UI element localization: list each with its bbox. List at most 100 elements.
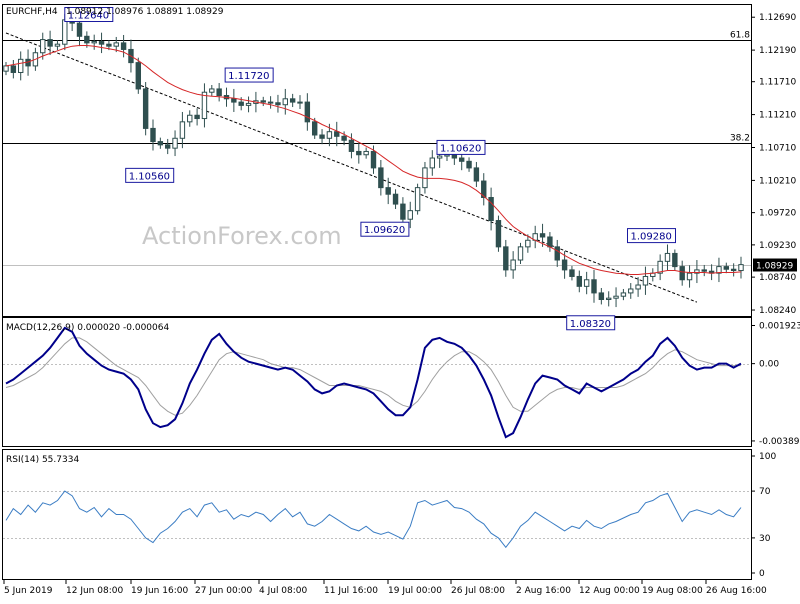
time-axis-label: 27 Jun 00:00: [195, 586, 252, 596]
candle-body: [334, 131, 340, 137]
candle-body: [547, 236, 553, 248]
time-axis-label: 12 Jun 08:00: [66, 586, 123, 596]
trendline: [5, 32, 698, 303]
chart-canvas: 61.838.21.126401.117201.105601.106201.09…: [2, 4, 800, 596]
candle-body: [311, 121, 318, 136]
price-callout: 1.08320: [566, 315, 616, 331]
candle-body: [3, 65, 9, 72]
candle-body: [414, 187, 421, 212]
symbol-label: EURCHF,H4: [6, 7, 58, 17]
candle-body: [370, 150, 377, 169]
candle-body: [525, 239, 531, 248]
candle-body: [319, 134, 325, 139]
macd-axis-label: 0.001923: [759, 321, 800, 331]
macd-panel-frame: [2, 317, 752, 447]
candle-body: [40, 39, 46, 54]
candle-body: [686, 272, 693, 281]
candle-body: [10, 65, 17, 73]
candle-body: [451, 154, 458, 159]
price-callout-label: 1.10620: [440, 143, 481, 154]
time-axis-label: 19 Aug 08:00: [642, 586, 703, 596]
candle-body: [157, 141, 164, 146]
candle-body: [289, 98, 296, 103]
candle-body: [150, 127, 156, 143]
candle-body: [510, 259, 516, 271]
time-axis-label: 26 Jul 08:00: [451, 586, 505, 596]
price-callout-label: 1.09620: [364, 225, 405, 236]
candle-body: [260, 100, 266, 103]
rsi-axis-label: 30: [759, 534, 771, 544]
candle-body: [723, 266, 730, 270]
time-axis-label: 11 Jul 16:00: [324, 586, 378, 596]
candle-body: [282, 98, 289, 106]
candle-body: [216, 88, 222, 97]
candle-body: [605, 297, 612, 300]
macd-signal-line: [5, 337, 741, 416]
candle-body: [503, 246, 509, 271]
candle-body: [267, 101, 274, 104]
candle-body: [209, 88, 215, 93]
axis-layer: 1.12690 1.12190 1.11710 1.11210 1.10710 1.102…: [3, 13, 800, 596]
candle-body: [378, 167, 384, 189]
candle-body: [238, 101, 244, 106]
current-price-tag: 1.08929: [753, 258, 797, 272]
candle-body: [113, 42, 119, 47]
time-axis-label: 26 Aug 16:00: [706, 586, 767, 596]
price-layer: 61.838.21.126401.117201.105601.106201.09…: [3, 7, 751, 331]
candle-body: [385, 187, 391, 195]
candle-body: [106, 43, 112, 47]
candle-body: [231, 98, 237, 103]
price-callout-label: 1.10560: [129, 171, 170, 182]
candle-body: [429, 157, 436, 169]
candle-body: [620, 292, 627, 297]
price-callout-label: 1.08320: [570, 319, 611, 330]
rsi-label: RSI(14) 55.7334: [6, 455, 79, 465]
candle-body: [304, 101, 311, 123]
candle-body: [17, 58, 24, 73]
rsi-layer: [3, 490, 751, 549]
candle-body: [363, 150, 369, 156]
macd-layer: [3, 326, 751, 439]
candle-body: [392, 193, 399, 205]
candle-body: [436, 155, 443, 159]
candle-body: [326, 131, 333, 139]
candle-body: [120, 42, 127, 50]
time-axis-label: 2 Aug 16:00: [516, 586, 571, 596]
candle-body: [642, 275, 649, 286]
candle-body: [76, 22, 83, 37]
price-axis-label: 1.12690: [759, 13, 796, 23]
price-panel-frame: [2, 4, 752, 317]
candle-body: [142, 88, 149, 129]
candle-body: [466, 160, 472, 169]
rsi-panel-frame: [2, 449, 752, 580]
rsi-axis-label: 70: [759, 487, 771, 497]
candle-body: [569, 269, 575, 277]
candle-body: [664, 252, 671, 262]
candle-body: [172, 137, 178, 149]
candle-body: [62, 19, 68, 45]
candle-body: [356, 150, 362, 156]
candle-body: [554, 246, 560, 261]
candle-body: [583, 279, 590, 287]
forex-chart: 61.8 38.2 1.12640 1.11720 1.10560 1.10620 1.09…: [0, 0, 800, 600]
watermark: ActionForex.com: [142, 222, 342, 250]
price-axis-label: 1.09230: [759, 241, 796, 251]
candle-body: [730, 268, 737, 272]
price-axis-label: 1.08240: [759, 306, 796, 316]
candle-body: [539, 233, 546, 238]
macd-main-line: [5, 326, 742, 439]
candle-body: [701, 269, 707, 272]
candle-body: [98, 41, 105, 45]
price-callout: 1.10620: [436, 139, 486, 155]
price-axis-label: 1.08740: [759, 273, 796, 283]
candle-body: [179, 121, 186, 139]
price-callout: 1.10560: [125, 167, 175, 183]
candle-body: [517, 246, 524, 261]
candle-body: [738, 264, 744, 272]
candle-body: [245, 102, 252, 106]
macd-axis-label: -0.003896: [759, 437, 800, 447]
candle-body: [679, 266, 685, 281]
candle-body: [473, 167, 480, 182]
candle-body: [495, 220, 502, 248]
candle-body: [348, 139, 355, 152]
